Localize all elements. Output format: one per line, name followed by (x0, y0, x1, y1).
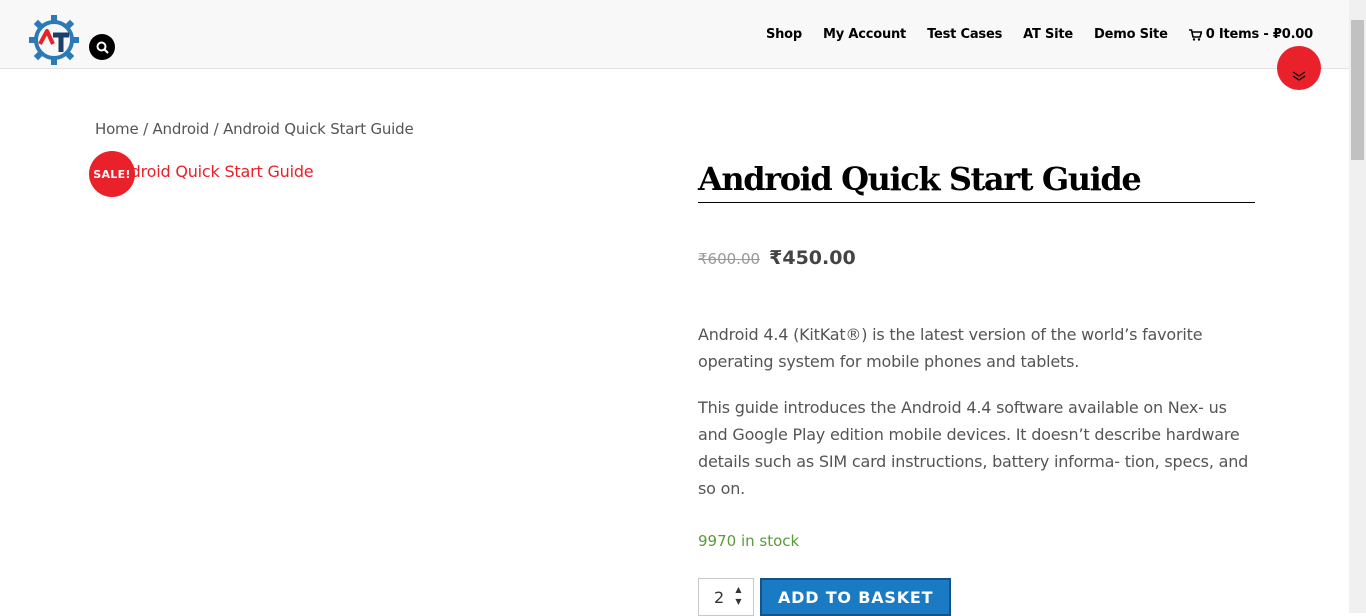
scrollbar-thumb[interactable] (1351, 20, 1364, 160)
breadcrumb-android[interactable]: Android (153, 120, 210, 138)
breadcrumb-separator: / (138, 120, 153, 138)
breadcrumb-separator: / (209, 120, 224, 138)
breadcrumb-current: Android Quick Start Guide (223, 120, 414, 138)
cart-icon (1188, 28, 1202, 41)
site-logo[interactable] (28, 14, 80, 66)
nav-test-cases[interactable]: Test Cases (927, 27, 1002, 42)
increment-arrow-icon[interactable]: ▲ (732, 585, 745, 595)
old-price: ₹600.00 (698, 250, 761, 268)
decrement-arrow-icon[interactable]: ▼ (732, 597, 745, 607)
quantity-value[interactable]: 2 (714, 588, 724, 607)
product-description: Android 4.4 (KitKat®) is the latest vers… (698, 321, 1255, 502)
scroll-down-button[interactable] (1277, 46, 1321, 90)
nav-shop[interactable]: Shop (766, 27, 802, 42)
nav-demo-site[interactable]: Demo Site (1094, 27, 1168, 42)
quantity-spinner[interactable]: ▲ ▼ (732, 585, 745, 607)
description-paragraph: Android 4.4 (KitKat®) is the latest vers… (698, 325, 1203, 371)
description-paragraph: This guide introduces the Android 4.4 so… (698, 398, 1249, 498)
page-scrollbar[interactable] (1349, 0, 1366, 613)
cart-summary: 0 Items - ₽0.00 (1205, 27, 1313, 42)
product-title: Android Quick Start Guide (698, 160, 1255, 203)
product-price: ₹600.00 ₹450.00 (698, 247, 1255, 269)
search-button[interactable] (89, 34, 115, 60)
breadcrumb: Home / Android / Android Quick Start Gui… (95, 120, 414, 138)
sale-badge: SALE! (89, 151, 135, 197)
nav-my-account[interactable]: My Account (823, 27, 906, 42)
product-summary: Android Quick Start Guide ₹600.00 ₹450.0… (698, 160, 1255, 616)
chevron-down-icon (1292, 71, 1306, 81)
nav-at-site[interactable]: AT Site (1023, 27, 1073, 42)
breadcrumb-home[interactable]: Home (95, 120, 139, 138)
search-icon (96, 41, 109, 54)
gear-logo-icon (29, 15, 79, 65)
quantity-stepper[interactable]: 2 ▲ ▼ (698, 578, 754, 616)
sale-price: ₹450.00 (769, 247, 856, 269)
nav-cart[interactable]: 0 Items - ₽0.00 (1188, 27, 1313, 42)
product-image-alt-text[interactable]: Android Quick Start Guide (110, 162, 314, 181)
main-nav: Shop My Account Test Cases AT Site Demo … (766, 27, 1313, 42)
add-to-basket-button[interactable]: ADD TO BASKET (760, 578, 952, 616)
site-header: Shop My Account Test Cases AT Site Demo … (0, 0, 1349, 69)
add-to-cart-form: 2 ▲ ▼ ADD TO BASKET (698, 578, 1255, 616)
stock-status: 9970 in stock (698, 532, 800, 550)
